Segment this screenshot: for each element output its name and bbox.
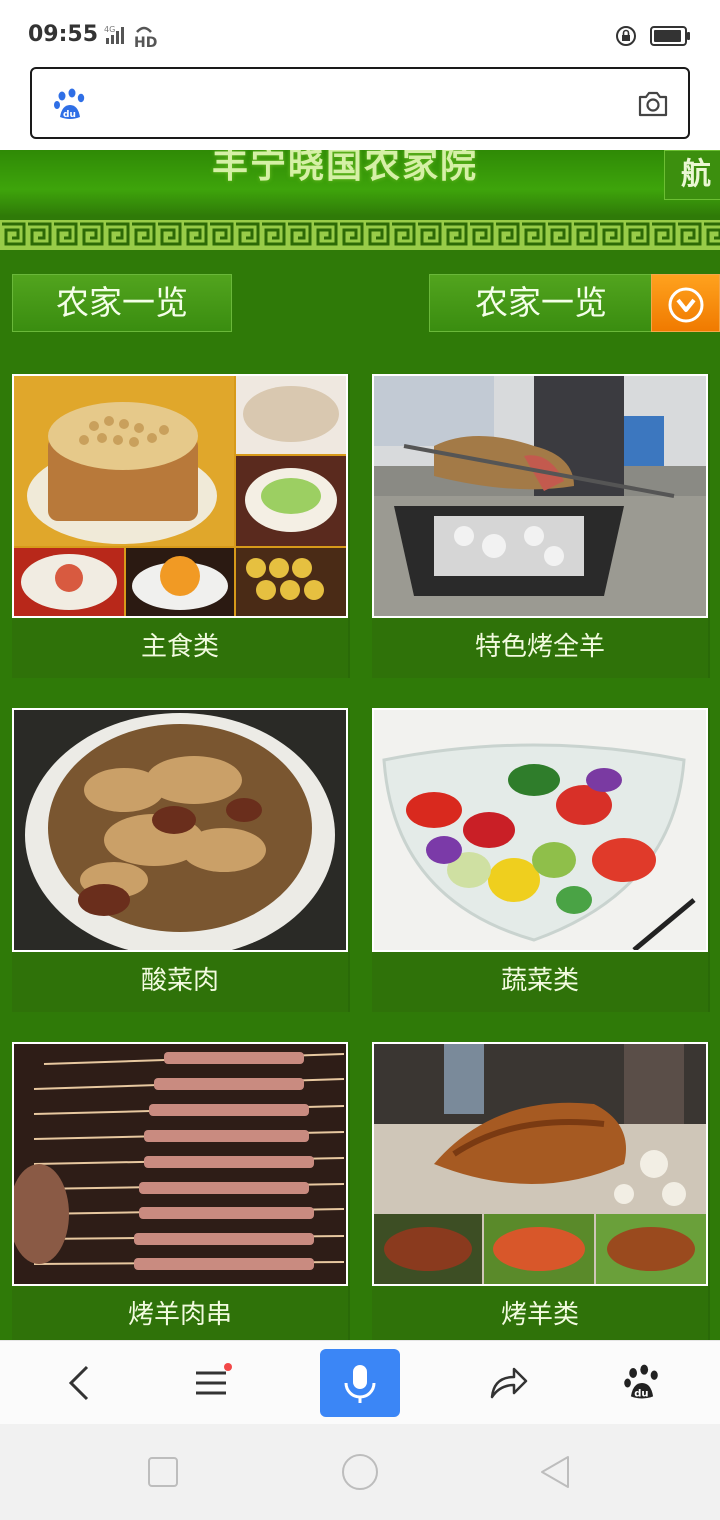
share-icon: [490, 1367, 528, 1399]
vegetable-salad-photo: [372, 708, 708, 952]
baidu-paw-icon: du: [624, 1364, 658, 1399]
browser-bottom-toolbar: du: [0, 1340, 720, 1424]
status-time: 09:55: [28, 22, 99, 47]
lamb-skewers-photo: [12, 1042, 348, 1286]
card-label: 特色烤全羊: [372, 618, 708, 678]
back-triangle-icon[interactable]: [538, 1454, 572, 1490]
farm-overview-button-right[interactable]: 农家一览: [429, 274, 653, 332]
status-bar: 09:55 4G HD: [0, 0, 720, 66]
farm-overview-button-left[interactable]: 农家一览: [12, 274, 232, 332]
battery-icon: [650, 26, 690, 46]
pickled-cabbage-pork-photo: [12, 708, 348, 952]
svg-text:du: du: [63, 110, 76, 120]
nav-button[interactable]: 航: [664, 150, 720, 200]
card-label: 蔬菜类: [372, 952, 708, 1012]
food-card[interactable]: 蔬菜类: [372, 708, 710, 1012]
food-card[interactable]: 主食类: [12, 374, 350, 678]
system-navigation-bar: [0, 1424, 720, 1520]
staple-food-photo: [12, 374, 348, 618]
status-right: [614, 24, 692, 48]
signal-icon: 4G HD: [104, 25, 157, 48]
network-label: 4G: [104, 25, 115, 34]
card-label: 主食类: [12, 618, 348, 678]
search-input[interactable]: [102, 83, 622, 123]
microphone-icon: [344, 1365, 376, 1403]
food-card[interactable]: 烤羊类: [372, 1042, 710, 1340]
menu-icon: [196, 1363, 232, 1395]
card-label: 烤羊类: [372, 1286, 708, 1340]
food-card[interactable]: 特色烤全羊: [372, 374, 710, 678]
food-card[interactable]: 烤羊肉串: [12, 1042, 350, 1340]
search-bar[interactable]: du: [30, 67, 690, 139]
chevron-down-icon: [668, 287, 704, 323]
menu-button[interactable]: [172, 1341, 252, 1425]
hd-label: HD: [134, 35, 157, 48]
chevron-left-icon: [68, 1365, 89, 1401]
card-label: 酸菜肉: [12, 952, 348, 1012]
site-title: 丰宁晓国农家院: [212, 150, 479, 186]
roast-whole-lamb-photo: [372, 374, 708, 618]
home-icon[interactable]: [340, 1452, 380, 1492]
camera-icon[interactable]: [636, 87, 670, 121]
recent-apps-icon[interactable]: [147, 1456, 179, 1488]
baidu-home-button[interactable]: du: [602, 1341, 682, 1425]
baidu-paw-icon: du: [54, 88, 85, 120]
back-button[interactable]: [40, 1341, 120, 1425]
card-label: 烤羊肉串: [12, 1286, 348, 1340]
decorative-fret-border: [0, 220, 720, 250]
dropdown-toggle[interactable]: [651, 274, 720, 332]
roast-lamb-photo: [372, 1042, 708, 1286]
voice-search-button[interactable]: [320, 1349, 400, 1417]
rotation-lock-icon: [616, 26, 636, 46]
svg-text:du: du: [634, 1388, 648, 1399]
food-card[interactable]: 酸菜肉: [12, 708, 350, 1012]
share-button[interactable]: [468, 1341, 548, 1425]
webpage-content: 丰宁晓国农家院 航 农家一览 农家一览 主食类 特色烤全羊 酸菜肉 蔬菜类 烤羊…: [0, 150, 720, 1340]
site-banner: 丰宁晓国农家院 航: [0, 150, 720, 216]
